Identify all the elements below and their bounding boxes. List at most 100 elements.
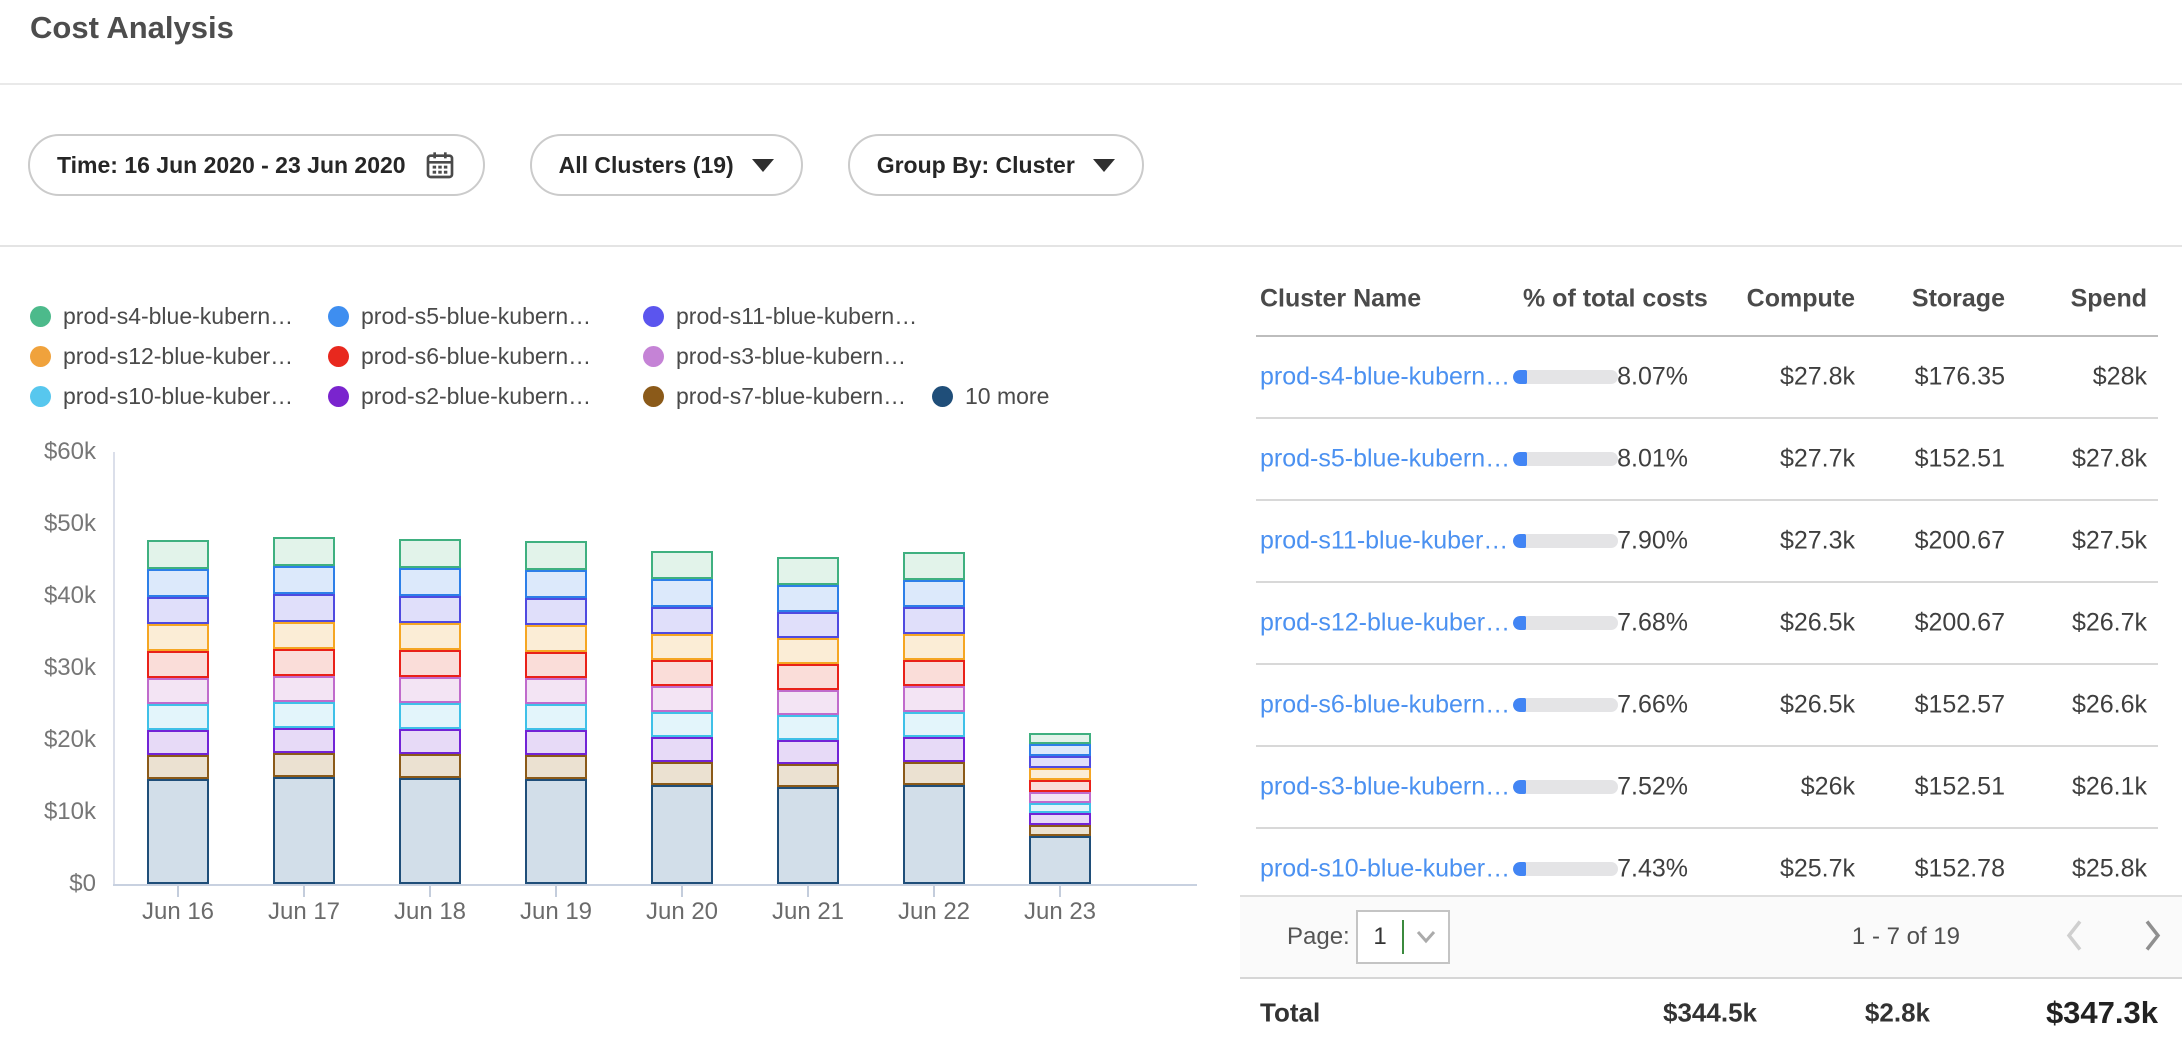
- bar-segment: [651, 712, 713, 737]
- bar-segment: [777, 557, 839, 585]
- cluster-name-link[interactable]: prod-s3-blue-kubern…: [1260, 773, 1510, 802]
- legend-item[interactable]: prod-s5-blue-kubern…: [328, 297, 591, 335]
- storage-value: $200.67: [1915, 609, 2005, 638]
- time-range-filter[interactable]: Time: 16 Jun 2020 - 23 Jun 2020: [28, 134, 485, 196]
- bar-segment: [903, 737, 965, 762]
- bar-segment: [1029, 825, 1091, 836]
- bar-segment: [1029, 803, 1091, 813]
- spend-value: $28k: [2093, 363, 2147, 392]
- legend-item[interactable]: prod-s3-blue-kubern…: [643, 337, 906, 375]
- legend-item-label: prod-s4-blue-kubern…: [63, 303, 293, 330]
- legend-item[interactable]: 10 more: [932, 377, 1049, 415]
- bar-segment: [651, 579, 713, 607]
- x-axis-tick-label: Jun 17: [234, 898, 374, 926]
- storage-value: $152.51: [1915, 773, 2005, 802]
- x-axis-tick: [1059, 886, 1061, 897]
- clusters-filter-label: All Clusters (19): [559, 152, 734, 179]
- storage-value: $176.35: [1915, 363, 2005, 392]
- calendar-icon: [424, 149, 456, 181]
- cluster-name-link[interactable]: prod-s11-blue-kuber…: [1260, 527, 1508, 556]
- previous-page-chevron-icon[interactable]: [2063, 918, 2087, 957]
- x-axis-tick: [933, 886, 935, 897]
- next-page-chevron-icon[interactable]: [2140, 918, 2164, 957]
- bar-segment: [777, 787, 839, 884]
- bar-segment: [903, 660, 965, 686]
- cluster-name-link[interactable]: prod-s12-blue-kuber…: [1260, 609, 1510, 638]
- compute-value: $26.5k: [1780, 609, 1855, 638]
- spend-value: $26.1k: [2072, 773, 2147, 802]
- legend-item[interactable]: prod-s12-blue-kuber…: [30, 337, 293, 375]
- legend-color-dot: [30, 346, 51, 367]
- legend-item[interactable]: prod-s10-blue-kuber…: [30, 377, 293, 415]
- legend-item[interactable]: prod-s7-blue-kubern…: [643, 377, 906, 415]
- legend-color-dot: [30, 306, 51, 327]
- col-header-spend: Spend: [2071, 284, 2147, 313]
- bar-segment: [903, 712, 965, 737]
- legend-item-label: prod-s11-blue-kubern…: [676, 303, 917, 330]
- bar-segment: [273, 537, 335, 566]
- section-divider: [0, 245, 2182, 247]
- bar-segment: [273, 702, 335, 728]
- bar-segment: [273, 728, 335, 753]
- pct-progress-fill: [1513, 616, 1526, 630]
- legend-color-dot: [328, 386, 349, 407]
- x-axis-tick: [807, 886, 809, 897]
- bar-segment: [147, 755, 209, 779]
- compute-value: $27.7k: [1780, 445, 1855, 474]
- legend-item[interactable]: prod-s11-blue-kubern…: [643, 297, 917, 335]
- table-header: Cluster Name % of total costs Compute St…: [1256, 262, 2158, 337]
- pagination-bar: Page: 1 1 - 7 of 19: [1240, 895, 2182, 979]
- bar-segment: [147, 569, 209, 597]
- legend-item[interactable]: prod-s2-blue-kubern…: [328, 377, 591, 415]
- cluster-name-link[interactable]: prod-s5-blue-kubern…: [1260, 445, 1510, 474]
- bar-segment: [1029, 744, 1091, 756]
- legend-item[interactable]: prod-s6-blue-kubern…: [328, 337, 591, 375]
- y-axis-tick-label: $50k: [0, 510, 96, 538]
- col-header-cluster-name: Cluster Name: [1260, 284, 1421, 313]
- bar-segment: [777, 764, 839, 787]
- bar-segment: [147, 597, 209, 624]
- spend-value: $26.6k: [2072, 691, 2147, 720]
- group-by-filter[interactable]: Group By: Cluster: [848, 134, 1144, 196]
- bar-segment: [525, 541, 587, 570]
- bar-segment: [903, 762, 965, 785]
- x-axis-tick-label: Jun 21: [738, 898, 878, 926]
- y-axis-tick-label: $40k: [0, 582, 96, 610]
- cluster-name-link[interactable]: prod-s10-blue-kuber…: [1260, 855, 1510, 884]
- x-axis-tick: [555, 886, 557, 897]
- pct-progress-fill: [1513, 452, 1527, 466]
- bar-segment: [903, 686, 965, 712]
- page-title: Cost Analysis: [30, 10, 234, 46]
- time-range-label: Time: 16 Jun 2020 - 23 Jun 2020: [57, 152, 406, 179]
- total-label: Total: [1260, 998, 1320, 1029]
- bar-segment: [273, 622, 335, 649]
- cluster-name-link[interactable]: prod-s6-blue-kubern…: [1260, 691, 1510, 720]
- bar-segment: [525, 755, 587, 779]
- pct-value: 7.52%: [1556, 773, 1688, 802]
- legend-color-dot: [932, 386, 953, 407]
- pct-value: 8.01%: [1556, 445, 1688, 474]
- clusters-filter[interactable]: All Clusters (19): [530, 134, 803, 196]
- legend-color-dot: [643, 346, 664, 367]
- pct-value: 7.43%: [1556, 855, 1688, 884]
- chevron-down-icon: [752, 159, 774, 172]
- table-row: prod-s12-blue-kuber…7.68%$26.5k$200.67$2…: [1256, 583, 2158, 665]
- bar-segment: [147, 624, 209, 651]
- col-header-compute: Compute: [1747, 284, 1855, 313]
- bar-segment: [399, 596, 461, 623]
- legend-item[interactable]: prod-s4-blue-kubern…: [30, 297, 293, 335]
- bar-segment: [399, 729, 461, 754]
- pct-progress-fill: [1513, 370, 1527, 384]
- pct-value: 7.66%: [1556, 691, 1688, 720]
- page-number-select[interactable]: 1: [1356, 910, 1450, 964]
- row-range-text: 1 - 7 of 19: [1852, 923, 1960, 951]
- pct-progress-fill: [1513, 534, 1526, 548]
- cluster-name-link[interactable]: prod-s4-blue-kubern…: [1260, 363, 1510, 392]
- bar-segment: [903, 552, 965, 580]
- bar-segment: [903, 785, 965, 884]
- bar-segment: [651, 551, 713, 579]
- bar-segment: [399, 539, 461, 568]
- legend-color-dot: [328, 306, 349, 327]
- table-row: prod-s4-blue-kubern…8.07%$27.8k$176.35$2…: [1256, 337, 2158, 419]
- total-compute-value: $344.5k: [1663, 998, 1757, 1029]
